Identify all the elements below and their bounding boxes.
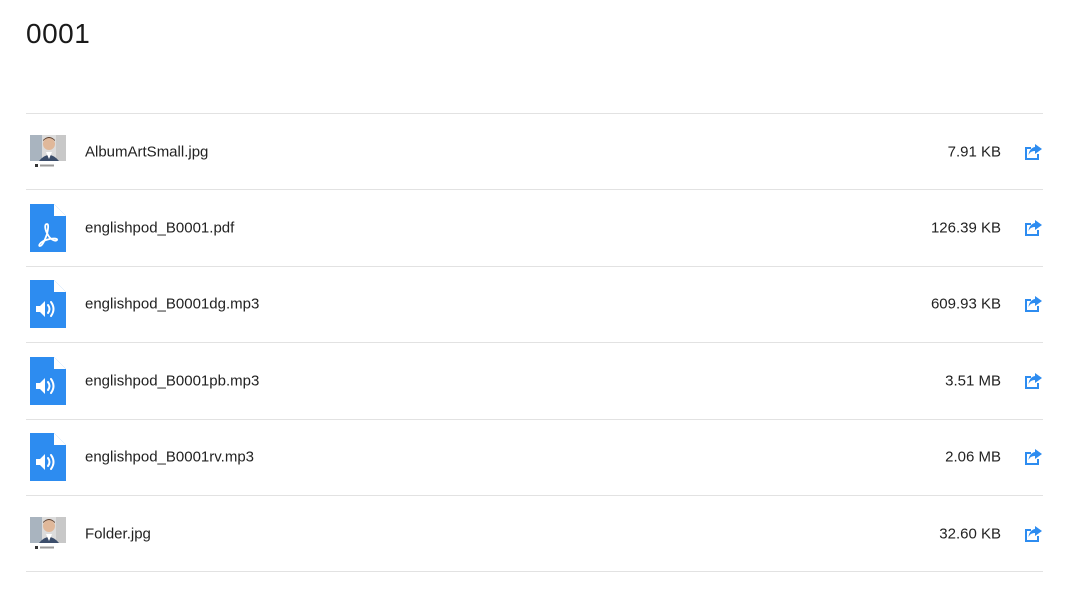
file-size: 32.60 KB [939,525,1001,543]
file-row[interactable]: englishpod_B0001rv.mp3 2.06 MB [26,420,1043,496]
audio-file-icon [30,433,66,482]
file-row[interactable]: Folder.jpg 32.60 KB [26,496,1043,573]
share-icon[interactable] [1023,218,1043,238]
file-size: 2.06 MB [945,448,1001,466]
file-row[interactable]: AlbumArtSmall.jpg 7.91 KB [26,114,1043,191]
audio-file-icon [30,280,66,329]
file-size: 3.51 MB [945,372,1001,390]
file-list: AlbumArtSmall.jpg 7.91 KB englishpod_B00… [26,113,1043,573]
file-name[interactable]: englishpod_B0001dg.mp3 [85,296,259,313]
file-name[interactable]: AlbumArtSmall.jpg [85,143,208,160]
pdf-file-icon [30,204,66,253]
audio-file-icon [30,356,66,405]
share-icon[interactable] [1023,294,1043,314]
page-title: 0001 [26,18,91,49]
file-size: 609.93 KB [930,295,1001,313]
file-row[interactable]: englishpod_B0001pb.mp3 3.51 MB [26,343,1043,420]
image-thumbnail [30,128,66,176]
share-icon[interactable] [1023,447,1043,467]
file-browser-page: 0001 AlbumArtSmall.jpg 7.91 KB englishpo… [26,0,1043,606]
file-size: 126.39 KB [930,219,1001,237]
file-row[interactable]: englishpod_B0001dg.mp3 609.93 KB [26,267,1043,344]
share-icon[interactable] [1023,142,1043,162]
image-thumbnail [30,510,66,558]
file-name[interactable]: Folder.jpg [85,525,151,542]
share-icon[interactable] [1023,371,1043,391]
file-name[interactable]: englishpod_B0001pb.mp3 [85,372,259,389]
share-icon[interactable] [1023,524,1043,544]
file-name[interactable]: englishpod_B0001.pdf [85,220,234,237]
file-name[interactable]: englishpod_B0001rv.mp3 [85,449,254,466]
file-row[interactable]: englishpod_B0001.pdf 126.39 KB [26,190,1043,267]
file-size: 7.91 KB [947,143,1001,161]
